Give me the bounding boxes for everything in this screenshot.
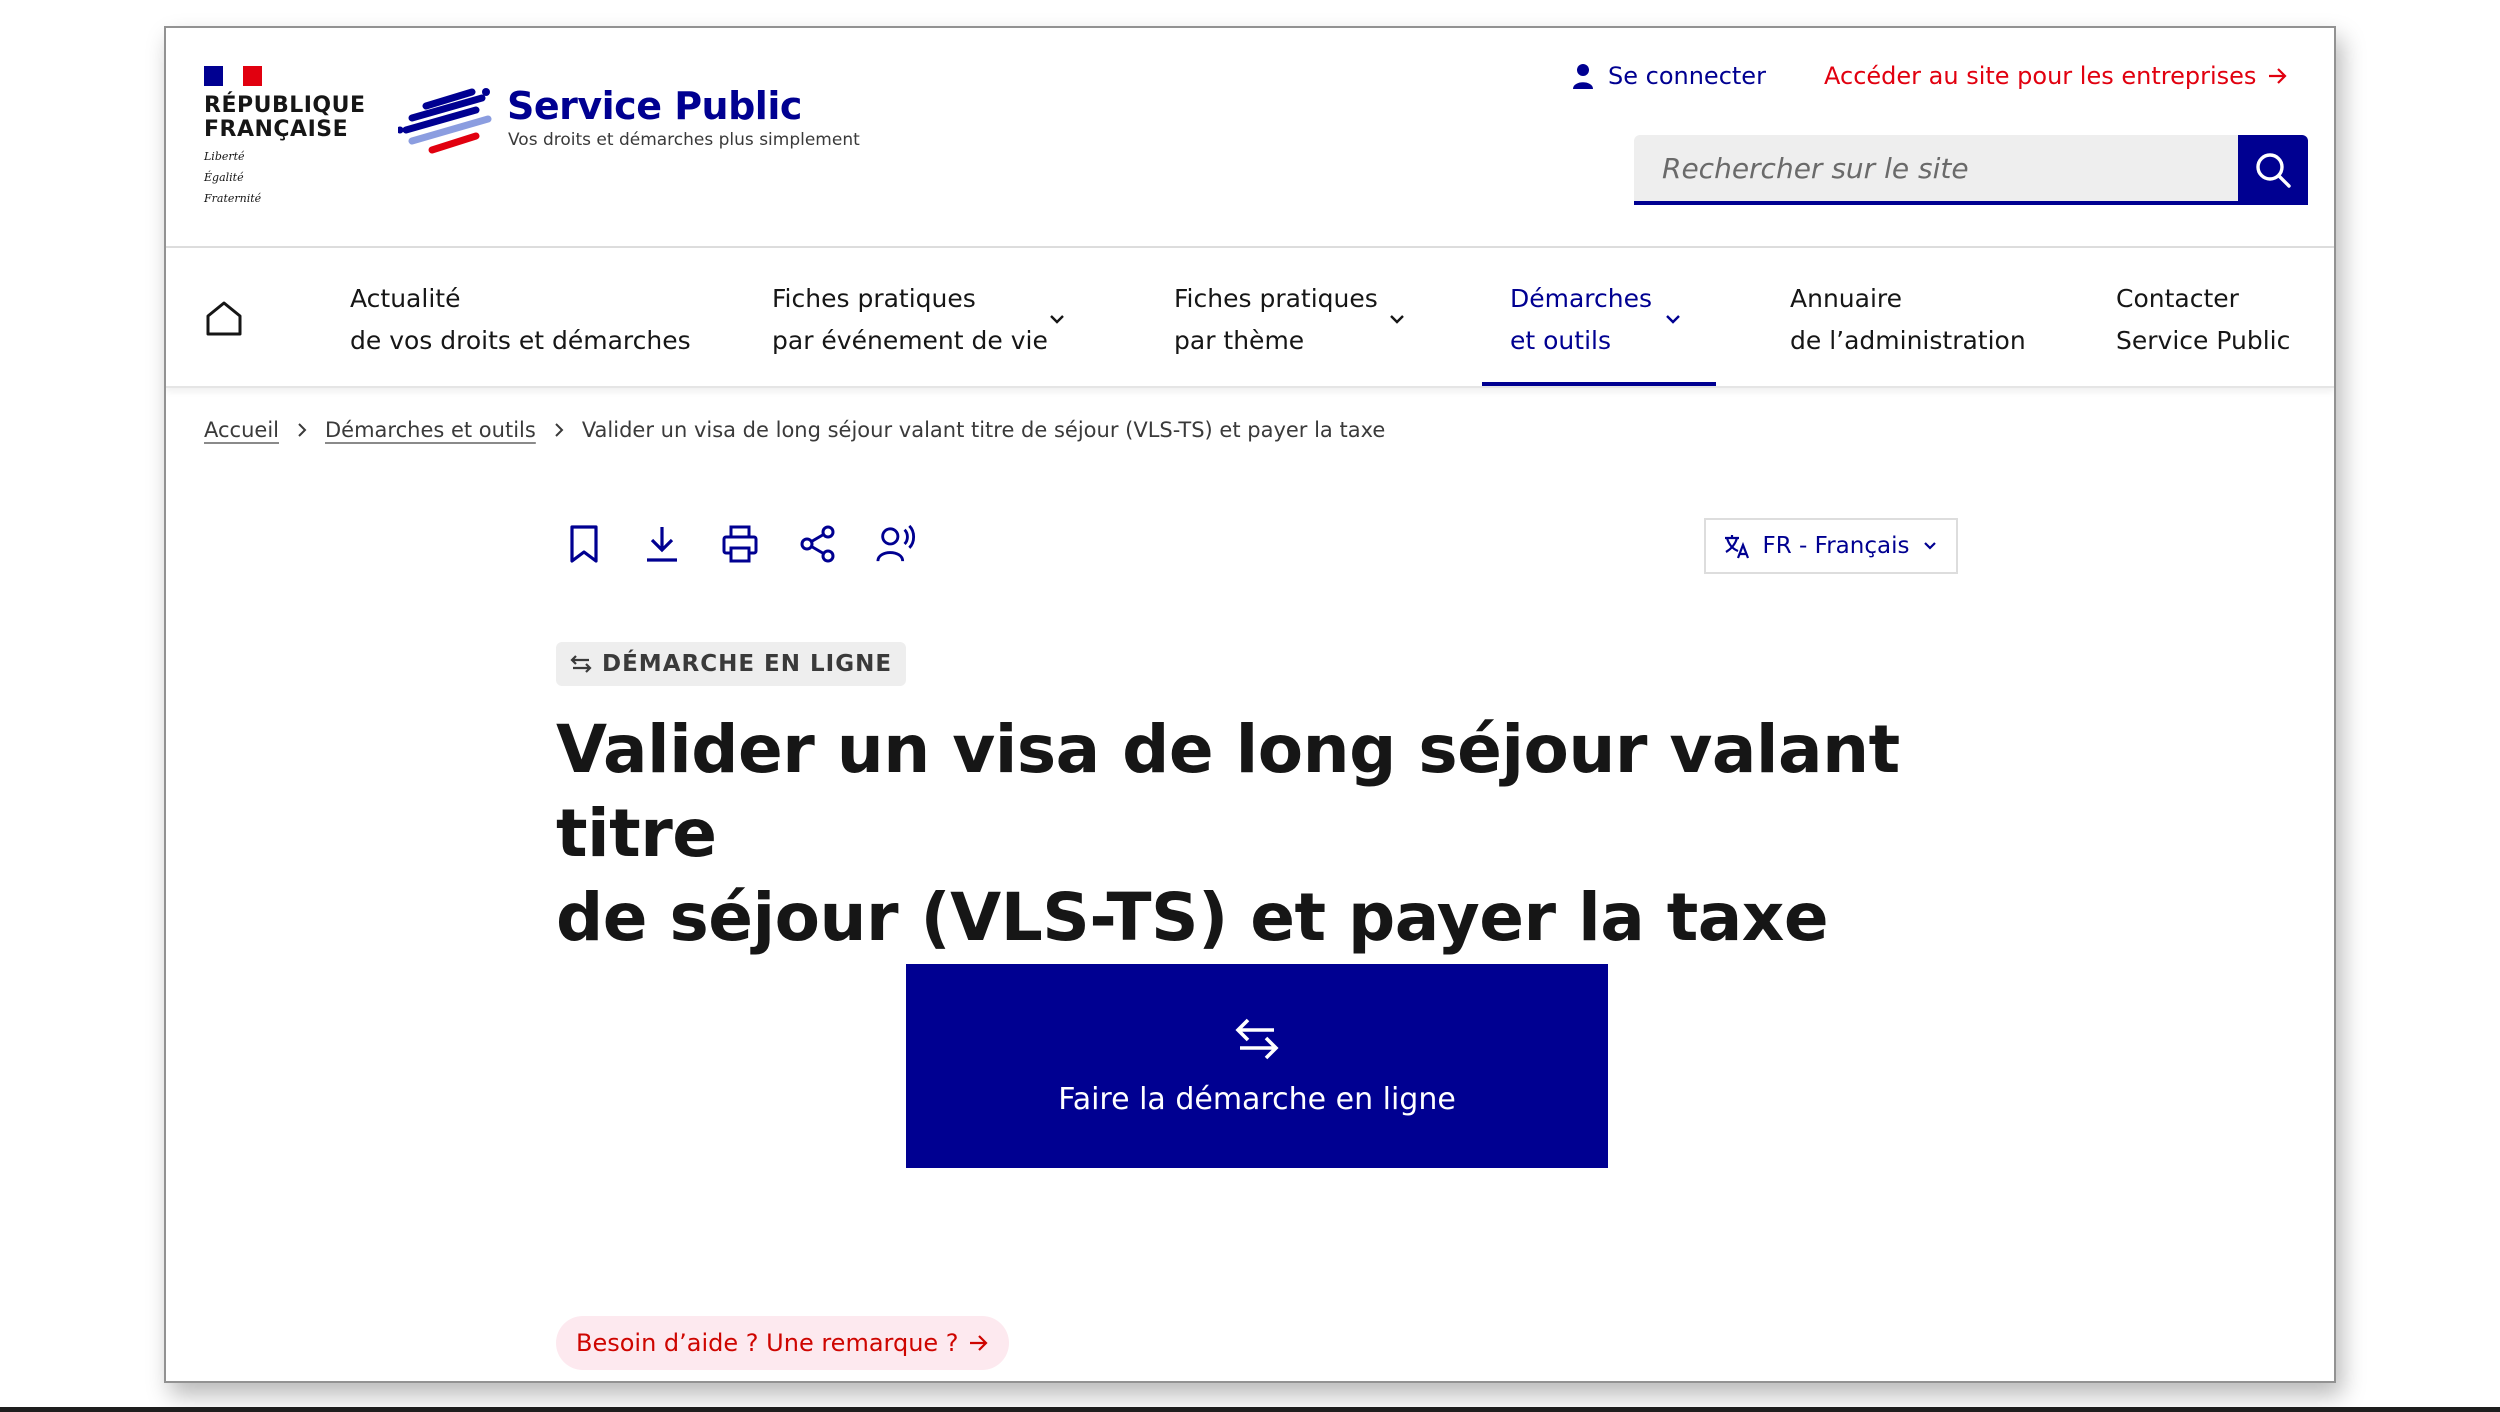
nav-item-annuaire[interactable]: Annuaire de l’administration [1790,278,2026,362]
republique-line-1: RÉPUBLIQUE [204,93,366,118]
page-title-line-2: de séjour (VLS-TS) et payer la taxe [556,879,1829,956]
share-button[interactable] [798,522,838,566]
nav-item-actualite[interactable]: Actualité de vos droits et démarches [350,278,691,362]
devise-fraternite: Fraternité [204,192,262,205]
home-icon[interactable] [204,298,244,338]
share-icon [800,525,835,563]
breadcrumb-section-link[interactable]: Démarches et outils [325,418,536,442]
language-selector[interactable]: FR - Français [1704,518,1958,574]
print-button[interactable] [720,522,760,566]
republique-line-2: FRANÇAISE [204,117,349,142]
listen-button[interactable] [876,522,916,566]
site-header: RÉPUBLIQUE FRANÇAISE Liberté Égalité Fra… [166,28,2334,248]
enterprise-site-link[interactable]: Accéder au site pour les entreprises [1824,62,2288,90]
devise-liberte: Liberté [204,150,245,163]
user-icon [1573,64,1593,89]
breadcrumb-home-link[interactable]: Accueil [204,418,279,442]
chevron-down-icon[interactable] [1046,308,1068,330]
language-selected: FR - Français [1762,533,1910,559]
chevron-down-icon [1924,542,1937,550]
online-procedure-button[interactable]: Faire la démarche en ligne [906,964,1608,1168]
republique-francaise-logo[interactable]: RÉPUBLIQUE FRANÇAISE Liberté Égalité Fra… [204,66,366,205]
site-tagline: Vos droits et démarches plus simplement [508,130,860,150]
arrow-right-icon [969,1335,988,1351]
enterprise-link-label: Accéder au site pour les entreprises [1824,62,2257,90]
main-navigation: Actualité de vos droits et démarches Fic… [166,248,2334,388]
search-button[interactable] [2238,135,2308,205]
download-button[interactable] [642,522,682,566]
cta-label: Faire la démarche en ligne [1058,1081,1456,1117]
swap-arrows-icon [570,655,592,673]
page-title: Valider un visa de long séjour valant ti… [556,708,1976,960]
chevron-down-icon[interactable] [1386,308,1408,330]
nav-item-fiches-evenement[interactable]: Fiches pratiques par événement de vie [772,278,1048,362]
print-icon [722,525,758,563]
nav-item-demarches-outils[interactable]: Démarches et outils [1510,278,1652,362]
devise-egalite: Égalité [204,171,244,184]
page-tools [564,522,916,566]
search-bar [1634,135,2308,205]
breadcrumb: Accueil Démarches et outils Valider un v… [204,418,1385,442]
screen-bottom-edge [0,1407,2500,1412]
help-label: Besoin d’aide ? Une remarque ? [576,1329,959,1357]
nav-item-contacter[interactable]: Contacter Service Public [2116,278,2290,362]
active-nav-indicator [1482,382,1716,386]
chevron-down-icon[interactable] [1662,308,1684,330]
help-feedback-button[interactable]: Besoin d’aide ? Une remarque ? [556,1316,1009,1370]
listen-icon [876,524,916,562]
online-procedure-badge: DÉMARCHE EN LIGNE [556,642,907,686]
nav-item-fiches-theme[interactable]: Fiches pratiques par thème [1174,278,1378,362]
swap-arrows-icon [1235,1018,1279,1059]
service-public-logo-icon[interactable] [398,88,494,158]
arrow-right-icon [2269,68,2287,84]
login-link[interactable]: Se connecter [1572,62,1766,90]
search-input[interactable] [1634,135,2238,205]
badge-label: DÉMARCHE EN LIGNE [602,651,893,677]
search-icon [2256,153,2291,188]
page-title-line-1: Valider un visa de long séjour valant ti… [556,711,1900,872]
chevron-right-icon [552,422,566,438]
translate-icon [1724,535,1749,559]
chevron-right-icon [295,422,309,438]
marianne-flag-icon [204,66,262,86]
bookmark-icon [570,525,598,563]
browser-page: RÉPUBLIQUE FRANÇAISE Liberté Égalité Fra… [164,26,2336,1383]
bookmark-button[interactable] [564,522,604,566]
site-title[interactable]: Service Public [507,84,802,128]
download-icon [647,527,677,562]
breadcrumb-current: Valider un visa de long séjour valant ti… [581,418,1386,442]
login-label: Se connecter [1608,62,1766,90]
